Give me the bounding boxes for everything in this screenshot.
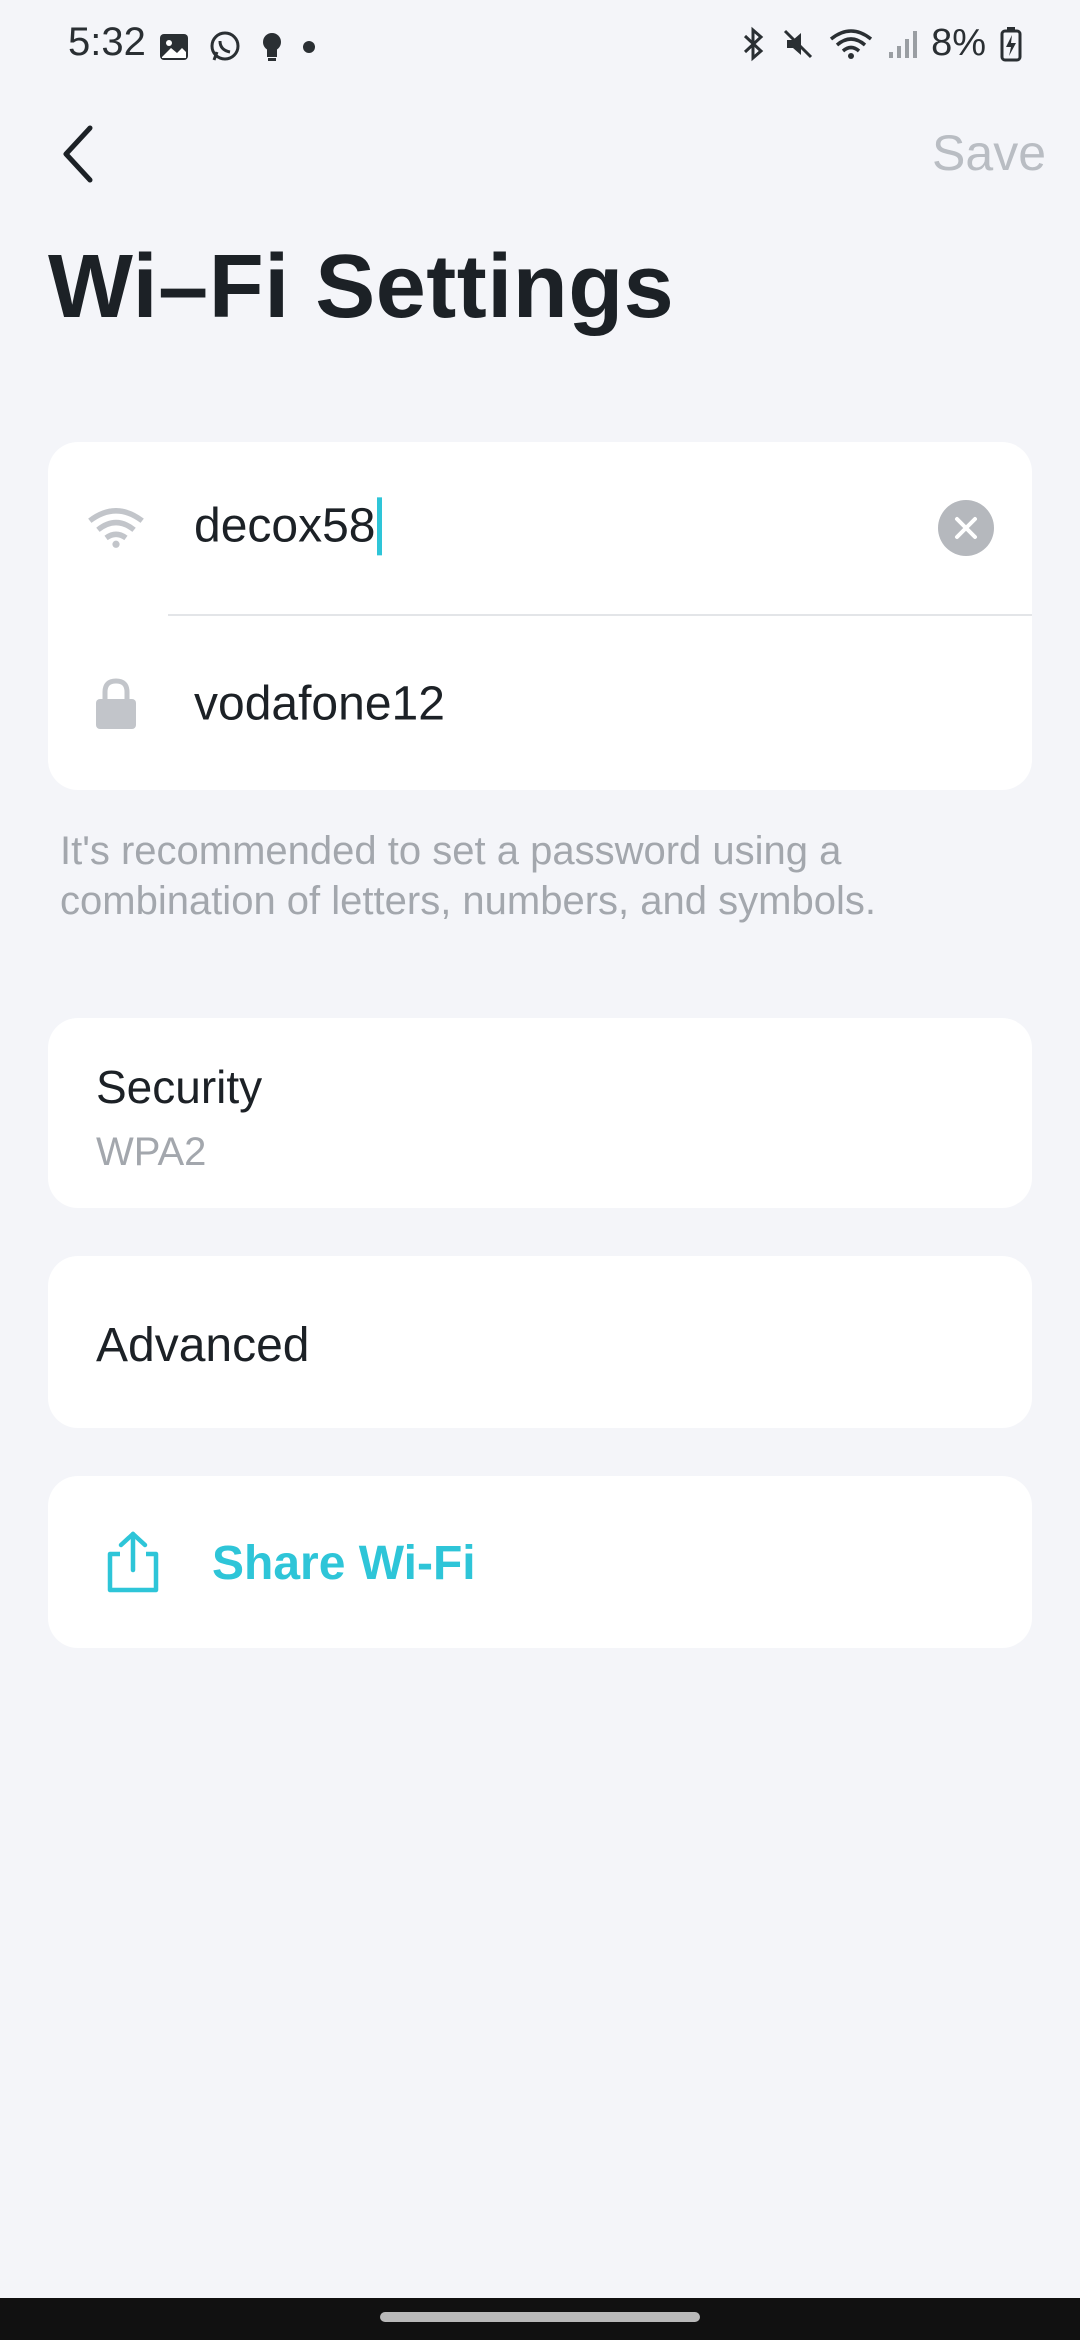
- wifi-settings-screen: 5:32 8% Save Wi–Fi Settings decox58 voda…: [0, 0, 1080, 2340]
- clear-ssid-button[interactable]: [938, 500, 994, 556]
- chevron-left-icon: [63, 125, 93, 183]
- wifi-icon: [829, 28, 873, 59]
- share-icon: [107, 1531, 159, 1593]
- back-button[interactable]: [48, 114, 108, 194]
- battery-icon: [1000, 26, 1022, 61]
- password-hint: It's recommended to set a password using…: [60, 829, 876, 923]
- home-indicator[interactable]: [380, 2312, 700, 2322]
- clear-icon: [955, 517, 977, 539]
- network-card: decox58 vodafone12: [48, 442, 1032, 790]
- signal-icon: [889, 30, 918, 58]
- wifi-icon: [88, 500, 144, 556]
- lock-icon: [88, 676, 144, 732]
- security-label: Security: [96, 1061, 263, 1113]
- share-wifi-button[interactable]: Share Wi-Fi: [48, 1476, 1032, 1648]
- security-value: WPA2: [96, 1130, 207, 1174]
- security-item[interactable]: Security WPA2: [48, 1018, 1032, 1208]
- dot-icon: [303, 41, 315, 53]
- page-title: Wi–Fi Settings: [48, 237, 675, 337]
- password-input[interactable]: vodafone12: [194, 677, 445, 732]
- status-bar: 5:32 8%: [0, 0, 1080, 96]
- mute-icon: [784, 29, 813, 58]
- system-icons: 8%: [741, 22, 1022, 65]
- whatsapp-icon: [210, 31, 240, 61]
- save-button[interactable]: Save: [932, 124, 1046, 182]
- battery-percent: 8%: [931, 22, 986, 64]
- ssid-value: decox58: [194, 499, 376, 553]
- notification-icons: [158, 30, 316, 64]
- advanced-item[interactable]: Advanced: [48, 1256, 1032, 1428]
- password-row[interactable]: vodafone12: [48, 618, 1032, 790]
- gallery-icon: [160, 34, 188, 60]
- bulb-icon: [263, 33, 281, 61]
- ssid-row[interactable]: decox58: [48, 442, 1032, 614]
- field-divider: [168, 614, 1032, 616]
- ssid-input[interactable]: decox58: [194, 497, 383, 557]
- text-cursor: [377, 497, 383, 556]
- status-time: 5:32: [68, 20, 146, 64]
- navigation-bar: [0, 2298, 1080, 2340]
- advanced-label: Advanced: [96, 1319, 310, 1372]
- share-wifi-label: Share Wi-Fi: [212, 1537, 476, 1590]
- bluetooth-icon: [744, 26, 764, 61]
